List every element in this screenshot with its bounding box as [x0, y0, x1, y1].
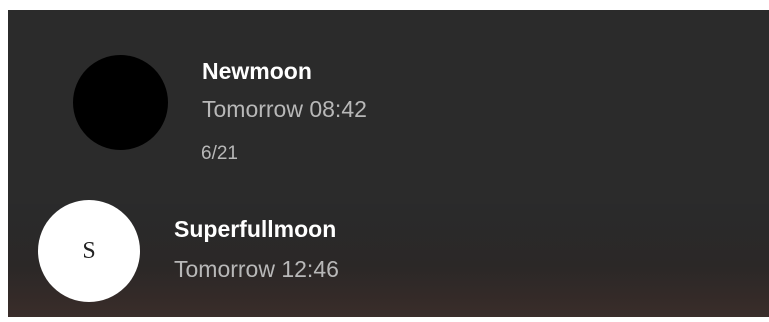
letter-avatar: S — [38, 200, 140, 302]
notification-title: Newmoon — [202, 58, 312, 84]
notification-panel: Newmoon Tomorrow 08:42 6/21 S Superfullm… — [8, 10, 769, 317]
moon-avatar — [73, 55, 168, 150]
notification-card-newmoon[interactable]: Newmoon Tomorrow 08:42 6/21 — [8, 10, 769, 204]
notification-date: 6/21 — [201, 143, 238, 164]
notification-time: Tomorrow 12:46 — [174, 256, 339, 282]
notification-title: Superfullmoon — [174, 216, 337, 242]
notification-time: Tomorrow 08:42 — [202, 96, 367, 122]
